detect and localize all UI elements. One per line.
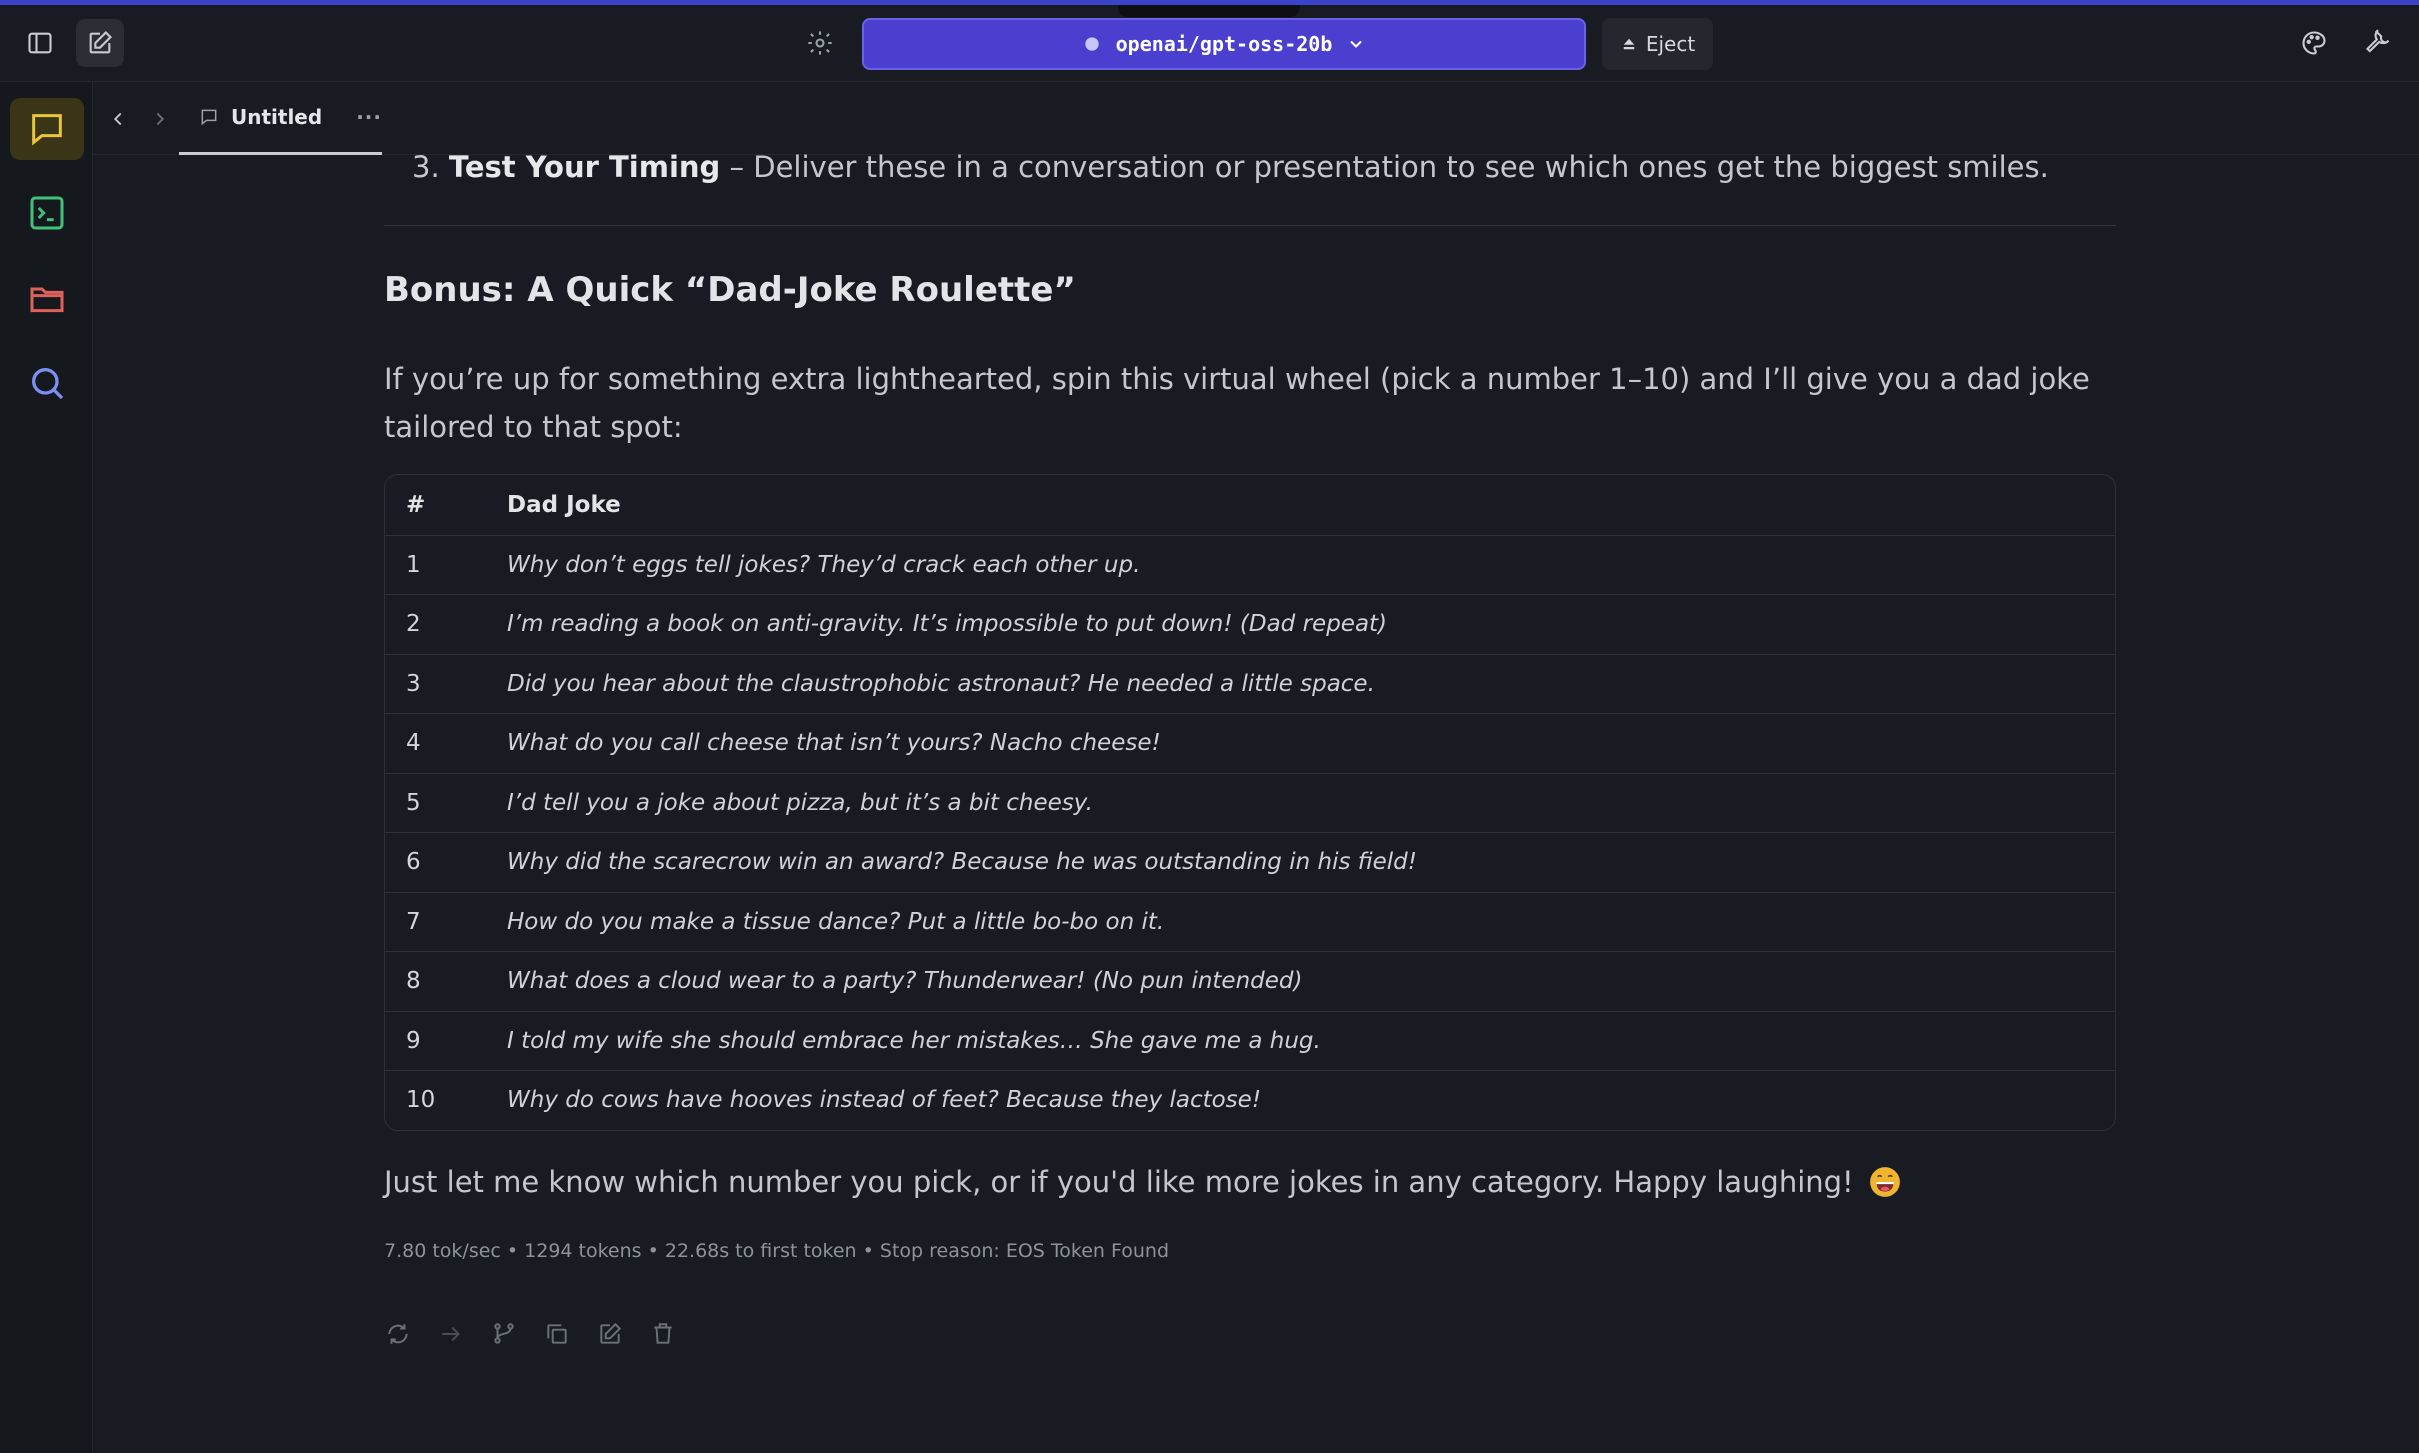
tab-title: Untitled bbox=[231, 105, 323, 129]
table-row: 9 I told my wife she should embrace her m… bbox=[385, 1010, 2115, 1071]
edit-icon bbox=[600, 1322, 622, 1344]
chevron-down-icon bbox=[1350, 40, 1363, 48]
row-joke: I’d tell you a joke about pizza, but it’… bbox=[507, 789, 1093, 816]
row-number: 8 bbox=[406, 968, 421, 995]
row-number: 5 bbox=[406, 789, 421, 816]
model-name: openai/gpt-oss-20b bbox=[1115, 32, 1333, 56]
regenerate-button[interactable] bbox=[384, 1320, 412, 1348]
row-number: 3 bbox=[406, 670, 421, 697]
tab-strip: Untitled ··· bbox=[93, 82, 2419, 155]
table-row: 5 I’d tell you a joke about pizza, but it… bbox=[385, 772, 2115, 833]
table-row: 10 Why do cows have hooves instead of fee… bbox=[385, 1070, 2115, 1130]
continue-icon bbox=[442, 1326, 460, 1342]
row-number: 10 bbox=[406, 1087, 436, 1114]
branch-button[interactable] bbox=[490, 1320, 518, 1348]
eject-icon bbox=[1623, 38, 1635, 50]
copy-icon bbox=[547, 1324, 567, 1344]
grinning-emoji-icon bbox=[1869, 1167, 1900, 1197]
rail-item-files[interactable] bbox=[10, 268, 84, 330]
closing-paragraph: Just let me know which number you pick, … bbox=[384, 1165, 1902, 1199]
row-number: 4 bbox=[406, 730, 421, 757]
branch-icon bbox=[494, 1323, 514, 1344]
table-row: 4 What do you call cheese that isn’t your… bbox=[385, 713, 2115, 773]
generation-stats: 7.80 tok/sec • 1294 tokens • 22.68s to f… bbox=[384, 1240, 1170, 1262]
chevron-left-icon bbox=[113, 112, 122, 126]
edit-button[interactable] bbox=[596, 1320, 624, 1348]
terminal-icon bbox=[30, 196, 64, 230]
folder-icon bbox=[30, 287, 64, 313]
intro-paragraph: If you’re up for something extra lighthe… bbox=[384, 362, 2090, 444]
settings-button[interactable] bbox=[796, 19, 844, 67]
appearance-button[interactable] bbox=[2290, 19, 2338, 67]
row-joke: I told my wife she should embrace her mi… bbox=[507, 1027, 1321, 1054]
row-number: 7 bbox=[406, 908, 421, 935]
back-button[interactable] bbox=[103, 104, 133, 134]
row-joke: Why do cows have hooves instead of feet?… bbox=[507, 1087, 1262, 1114]
model-selector[interactable]: openai/gpt-oss-20b bbox=[862, 18, 1586, 70]
left-rail bbox=[0, 82, 93, 1453]
row-number: 6 bbox=[406, 849, 421, 876]
developer-tools-button[interactable] bbox=[2354, 19, 2402, 67]
tab-more-button[interactable]: ··· bbox=[356, 105, 382, 129]
joke-table: # Dad Joke 1 Why don’t eggs tell jokes? T… bbox=[384, 474, 2116, 1131]
copy-button[interactable] bbox=[543, 1320, 571, 1348]
eject-label: Eject bbox=[1645, 32, 1696, 56]
section-heading: Bonus: A Quick “Dad-Joke Roulette” bbox=[384, 270, 1076, 310]
message-actions bbox=[384, 1320, 677, 1348]
table-row: 7 How do you make a tissue dance? Put a l… bbox=[385, 891, 2115, 952]
sidebar-toggle-button[interactable] bbox=[16, 19, 64, 67]
table-row: 1 Why don’t eggs tell jokes? They’d crack… bbox=[385, 534, 2115, 595]
search-icon bbox=[32, 368, 64, 400]
chat-bubble-icon bbox=[201, 109, 217, 126]
row-number: 1 bbox=[406, 551, 421, 578]
new-chat-button[interactable] bbox=[76, 19, 124, 67]
forward-button[interactable] bbox=[145, 104, 175, 134]
row-joke: I’m reading a book on anti-gravity. It’s… bbox=[507, 611, 1388, 638]
closing-text: Just let me know which number you pick, … bbox=[384, 1165, 1854, 1199]
step-text: – Deliver these in a conversation or pre… bbox=[720, 150, 2049, 184]
table-row: 3 Did you hear about the claustrophobic a… bbox=[385, 653, 2115, 714]
window-notch bbox=[1118, 5, 1300, 17]
rail-item-developer[interactable] bbox=[10, 182, 84, 244]
chevron-right-icon bbox=[156, 112, 165, 126]
table-header-row: # Dad Joke bbox=[385, 475, 2115, 535]
row-joke: Why don’t eggs tell jokes? They’d crack … bbox=[507, 551, 1141, 578]
model-chip-icon bbox=[1084, 37, 1099, 51]
table-row: 2 I’m reading a book on anti-gravity. It’… bbox=[385, 594, 2115, 654]
rail-item-chat[interactable] bbox=[10, 98, 84, 160]
row-joke: What do you call cheese that isn’t yours… bbox=[507, 730, 1161, 757]
regenerate-icon bbox=[388, 1324, 408, 1344]
continue-button[interactable] bbox=[437, 1320, 465, 1348]
wrench-icon bbox=[2366, 29, 2390, 53]
section-divider bbox=[384, 225, 2116, 226]
row-number: 2 bbox=[406, 611, 421, 638]
top-bar: openai/gpt-oss-20b Eject bbox=[0, 5, 2419, 82]
eject-button[interactable]: Eject bbox=[1602, 18, 1713, 70]
header-joke: Dad Joke bbox=[507, 491, 621, 518]
step-item: 3. Test Your Timing – Deliver these in a… bbox=[412, 150, 2049, 184]
row-joke: How do you make a tissue dance? Put a li… bbox=[507, 908, 1165, 935]
new-chat-icon bbox=[89, 31, 112, 54]
table-row: 6 Why did the scarecrow win an award? Bec… bbox=[385, 832, 2115, 892]
sidebar-toggle-icon bbox=[28, 32, 52, 54]
header-number: # bbox=[406, 491, 426, 518]
row-joke: Why did the scarecrow win an award? Beca… bbox=[507, 849, 1417, 876]
chat-icon bbox=[32, 114, 62, 146]
row-joke: What does a cloud wear to a party? Thund… bbox=[507, 968, 1303, 995]
step-number: 3. bbox=[412, 150, 440, 184]
row-joke: Did you hear about the claustrophobic as… bbox=[507, 670, 1375, 697]
delete-icon bbox=[654, 1323, 672, 1344]
row-number: 9 bbox=[406, 1027, 421, 1054]
step-bold: Test Your Timing bbox=[448, 150, 721, 184]
rail-item-search[interactable] bbox=[10, 352, 84, 414]
delete-button[interactable] bbox=[649, 1320, 677, 1348]
tab-untitled[interactable]: Untitled ··· bbox=[179, 82, 382, 155]
table-row: 8 What does a cloud wear to a party? Thun… bbox=[385, 951, 2115, 1011]
palette-icon bbox=[2302, 31, 2326, 55]
settings-icon bbox=[808, 31, 832, 55]
